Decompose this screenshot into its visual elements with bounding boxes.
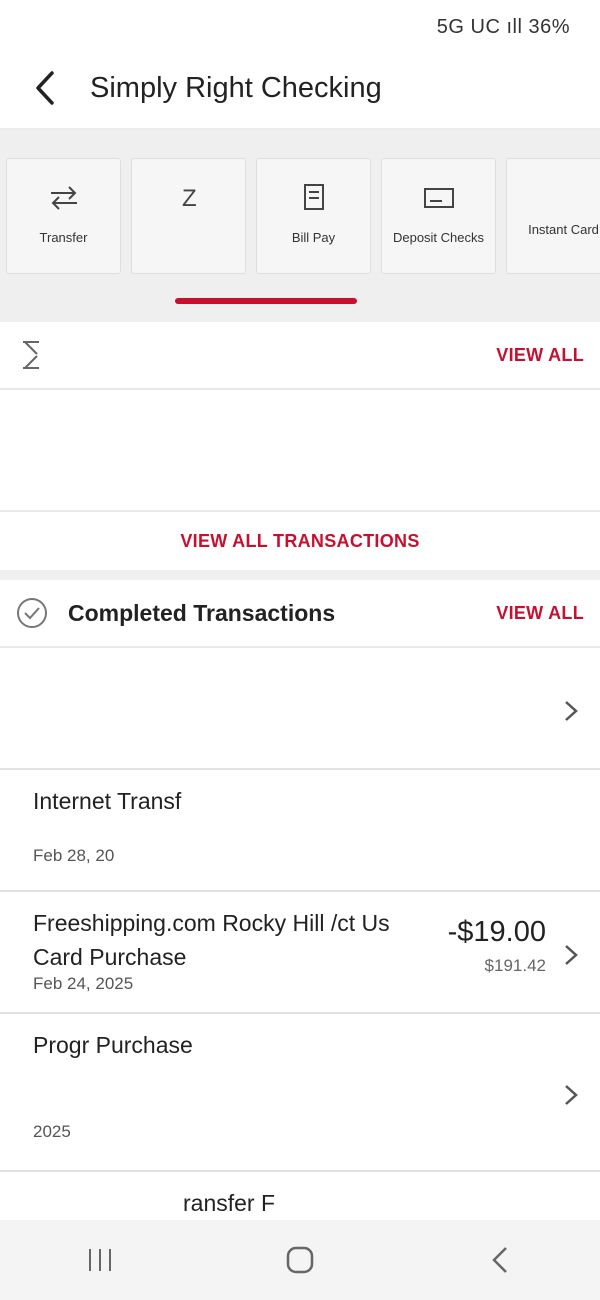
transaction-row[interactable]: Internet Transf Feb 28, 20 <box>0 770 600 892</box>
recent-apps-button[interactable] <box>70 1240 130 1280</box>
home-button[interactable] <box>270 1240 330 1280</box>
transfer-icon <box>7 177 120 217</box>
status-text: 5G UC ıll 36% <box>436 16 570 38</box>
page-title: Simply Right Checking <box>90 71 382 104</box>
card-icon <box>507 177 600 217</box>
transaction-description: ransfer F <box>183 1190 276 1216</box>
home-icon <box>286 1246 314 1274</box>
deposit-icon <box>382 177 495 217</box>
action-label: Instant Card <box>528 222 599 237</box>
action-transfer[interactable]: Transfer <box>6 158 121 274</box>
bill-pay-icon <box>257 177 370 217</box>
chevron-right-icon <box>564 700 578 727</box>
carousel-indicator <box>175 298 357 304</box>
action-label: Deposit Checks <box>392 230 485 245</box>
action-label: Bill Pay <box>291 230 336 245</box>
action-bill-pay[interactable]: Bill Pay <box>256 158 371 274</box>
transaction-balance: $191.42 <box>484 956 546 975</box>
pending-icon <box>20 340 42 370</box>
completed-view-all[interactable]: VIEW ALL <box>496 603 584 624</box>
app-header: Simply Right Checking <box>0 48 600 128</box>
check-circle-icon <box>16 597 48 629</box>
transaction-description: Progr Purchase <box>33 1032 193 1058</box>
chevron-right-icon <box>564 944 578 971</box>
transaction-row[interactable]: Progr Purchase 2025 <box>0 1014 600 1172</box>
quick-actions: Transfer Z Bill Pay Deposit Checks Insta… <box>0 130 600 322</box>
action-instant-card[interactable]: Instant Card <box>506 158 600 274</box>
back-arrow-icon <box>36 71 54 105</box>
back-icon <box>492 1247 507 1273</box>
zelle-icon: Z <box>132 177 245 217</box>
completed-title: Completed Transactions <box>68 599 336 626</box>
nav-back-button[interactable] <box>470 1240 530 1280</box>
back-button[interactable] <box>22 65 68 111</box>
pending-view-all[interactable]: VIEW ALL <box>496 345 584 366</box>
view-all-transactions-link[interactable]: VIEW ALL TRANSACTIONS <box>0 512 600 580</box>
transaction-amount: -$19.00 <box>447 916 546 948</box>
transaction-row[interactable]: Freeshipping.com Rocky Hill /ct Us Card … <box>0 892 600 1014</box>
pending-header: VIEW ALL <box>0 322 600 390</box>
transaction-date: Feb 28, 20 <box>33 846 115 865</box>
status-bar: 5G UC ıll 36% <box>0 0 600 48</box>
action-deposit-checks[interactable]: Deposit Checks <box>381 158 496 274</box>
recent-apps-icon <box>89 1249 111 1271</box>
system-nav-bar <box>0 1220 600 1300</box>
transaction-date: 2025 <box>33 1122 71 1141</box>
completed-header: Completed Transactions VIEW ALL <box>0 580 600 648</box>
transaction-description: Internet Transf <box>33 788 182 814</box>
svg-text:Z: Z <box>182 185 197 212</box>
action-label: Transfer <box>39 230 88 245</box>
chevron-right-icon <box>564 1084 578 1111</box>
pending-transaction[interactable] <box>0 390 600 512</box>
transaction-date: Feb 24, 2025 <box>33 974 134 993</box>
transaction-row[interactable] <box>0 648 600 770</box>
action-zelle[interactable]: Z <box>131 158 246 274</box>
transaction-description: Freeshipping.com Rocky Hill /ct Us Card … <box>33 910 390 970</box>
